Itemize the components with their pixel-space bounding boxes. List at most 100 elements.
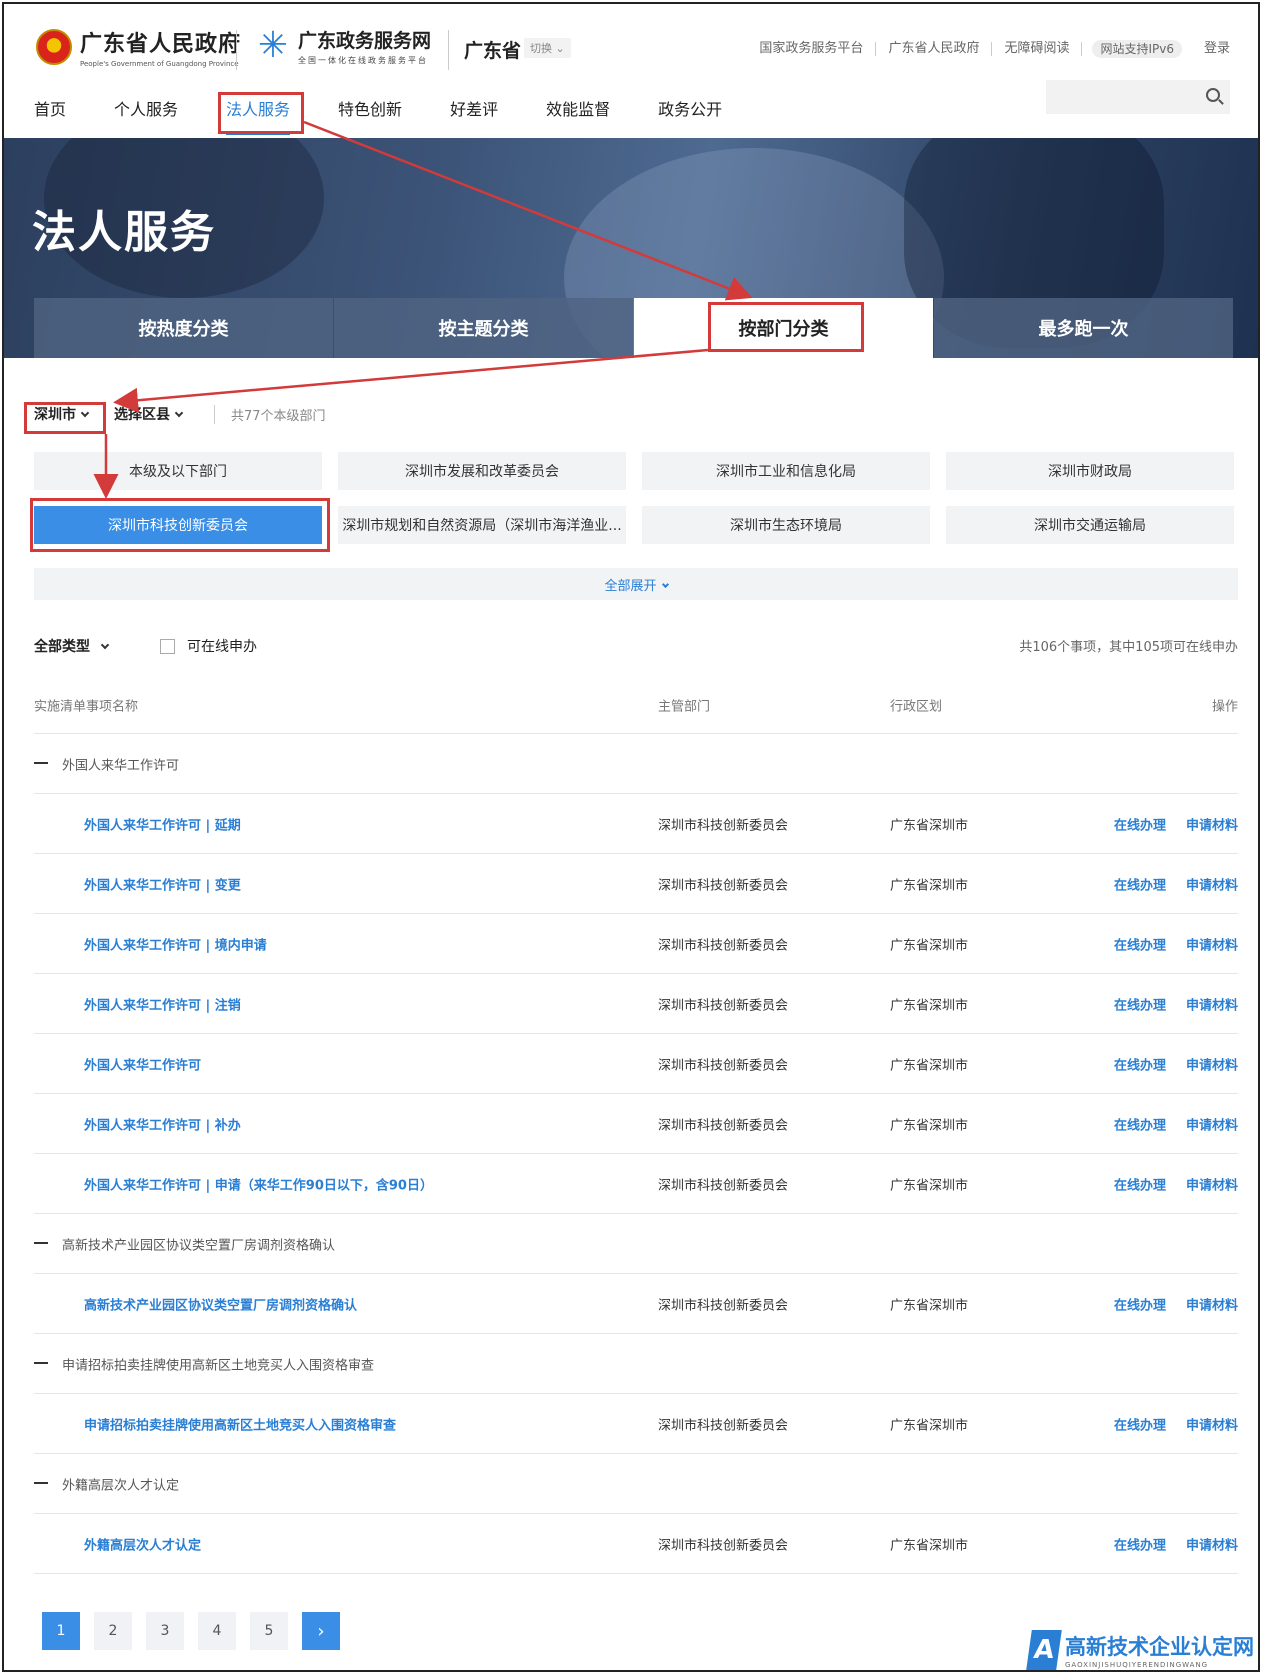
gov-logo-subtitle: People's Government of Guangdong Provinc…: [80, 60, 239, 68]
login-link[interactable]: 登录: [1192, 42, 1230, 56]
online-handle-link[interactable]: 在线办理: [1114, 1534, 1166, 1553]
department-item[interactable]: 深圳市交通运输局: [946, 506, 1234, 544]
tab-by-department[interactable]: 按部门分类: [634, 298, 933, 358]
search-box: [1046, 80, 1230, 114]
item-area: 广东省深圳市: [890, 998, 969, 1013]
expand-all-button[interactable]: 全部展开: [34, 568, 1238, 600]
item-name-link[interactable]: 外国人来华工作许可 | 注销: [84, 994, 241, 1013]
item-name-link[interactable]: 外国人来华工作许可 | 补办: [84, 1114, 241, 1133]
region-switch-button[interactable]: 切换 ⌄: [524, 38, 571, 58]
collapse-icon[interactable]: [34, 1242, 48, 1244]
table-group[interactable]: 申请招标拍卖挂牌使用高新区土地竞买人入围资格审查: [34, 1334, 1238, 1394]
nav-innovation[interactable]: 特色创新: [338, 96, 402, 136]
collapse-icon[interactable]: [34, 1482, 48, 1484]
item-name-link[interactable]: 高新技术产业园区协议类空置厂房调剂资格确认: [84, 1294, 357, 1313]
item-area: 广东省深圳市: [890, 1298, 969, 1313]
item-name-link[interactable]: 申请招标拍卖挂牌使用高新区土地竞买人入围资格审查: [84, 1414, 396, 1433]
table-body: 外国人来华工作许可 外国人来华工作许可 | 延期 深圳市科技创新委员会 广东省深圳市在…: [34, 734, 1238, 1574]
item-name-link[interactable]: 外国人来华工作许可 | 境内申请: [84, 934, 267, 953]
main-nav: 首页 个人服务 法人服务 特色创新 好差评 效能监督 政务公开: [34, 96, 770, 136]
materials-link[interactable]: 申请材料: [1186, 1294, 1238, 1313]
department-grid: 本级及以下部门 深圳市发展和改革委员会 深圳市工业和信息化局 深圳市财政局 深圳…: [34, 452, 1238, 544]
nav-review[interactable]: 好差评: [450, 96, 498, 136]
materials-link[interactable]: 申请材料: [1186, 934, 1238, 953]
department-item[interactable]: 深圳市生态环境局: [642, 506, 930, 544]
nav-corporate[interactable]: 法人服务: [226, 96, 291, 136]
department-item[interactable]: 深圳市工业和信息化局: [642, 452, 930, 490]
department-item[interactable]: 深圳市规划和自然资源局（深圳市海洋渔业...: [338, 506, 626, 544]
table-group[interactable]: 高新技术产业园区协议类空置厂房调剂资格确认: [34, 1214, 1238, 1274]
materials-link[interactable]: 申请材料: [1186, 814, 1238, 833]
group-name: 外国人来华工作许可: [62, 758, 180, 773]
item-name-link[interactable]: 外国人来华工作许可 | 变更: [84, 874, 241, 893]
materials-link[interactable]: 申请材料: [1186, 994, 1238, 1013]
materials-link[interactable]: 申请材料: [1186, 1114, 1238, 1133]
online-handle-link[interactable]: 在线办理: [1114, 1114, 1166, 1133]
district-select[interactable]: 选择区县: [114, 404, 184, 424]
item-ops: 在线办理 申请材料: [1114, 1534, 1238, 1553]
next-page-button[interactable]: ›: [302, 1612, 340, 1650]
nav-public-affairs[interactable]: 政务公开: [658, 96, 722, 136]
materials-link[interactable]: 申请材料: [1186, 874, 1238, 893]
tab-one-trip[interactable]: 最多跑一次: [934, 298, 1233, 358]
item-name-link[interactable]: 外国人来华工作许可: [84, 1054, 201, 1073]
tab-by-topic[interactable]: 按主题分类: [334, 298, 633, 358]
item-dept: 深圳市科技创新委员会: [658, 938, 789, 953]
type-select[interactable]: 全部类型: [34, 636, 110, 656]
item-name-link[interactable]: 外国人来华工作许可 | 申请（来华工作90日以下，含90日）: [84, 1174, 433, 1193]
item-name-link[interactable]: 外籍高层次人才认定: [84, 1534, 201, 1553]
link-accessibility[interactable]: 无障碍阅读: [992, 42, 1083, 56]
city-select[interactable]: 深圳市: [34, 404, 90, 424]
tab-by-popularity[interactable]: 按热度分类: [34, 298, 333, 358]
item-ops: 在线办理 申请材料: [1114, 994, 1238, 1013]
nav-home[interactable]: 首页: [34, 96, 66, 136]
nav-supervision[interactable]: 效能监督: [546, 96, 610, 136]
department-item[interactable]: 深圳市财政局: [946, 452, 1234, 490]
online-handle-link[interactable]: 在线办理: [1114, 934, 1166, 953]
page-button[interactable]: 1: [42, 1612, 80, 1650]
table-group[interactable]: 外籍高层次人才认定: [34, 1454, 1238, 1514]
chevron-down-icon: [80, 408, 90, 418]
online-only-checkbox[interactable]: [160, 638, 175, 654]
item-name-link[interactable]: 外国人来华工作许可 | 延期: [84, 814, 241, 833]
online-handle-link[interactable]: 在线办理: [1114, 1414, 1166, 1433]
chevron-down-icon: ⌄: [555, 42, 565, 55]
link-national-platform[interactable]: 国家政务服务平台: [747, 42, 877, 56]
online-handle-link[interactable]: 在线办理: [1114, 994, 1166, 1013]
header-op: 操作: [1211, 699, 1238, 714]
online-only-filter[interactable]: 可在线申办: [160, 636, 257, 656]
item-area: 广东省深圳市: [890, 1538, 969, 1553]
table-group[interactable]: 外国人来华工作许可: [34, 734, 1238, 794]
page-button[interactable]: 4: [198, 1612, 236, 1650]
department-item[interactable]: 深圳市发展和改革委员会: [338, 452, 626, 490]
collapse-icon[interactable]: [34, 762, 48, 764]
service-logo[interactable]: ✳ 广东政务服务网 全国一体化在线政务服务平台: [254, 26, 431, 66]
item-area: 广东省深圳市: [890, 1178, 969, 1193]
table-row: 外国人来华工作许可 | 注销 深圳市科技创新委员会 广东省深圳市 在线办理 申请材料: [34, 974, 1238, 1034]
page-button[interactable]: 5: [250, 1612, 288, 1650]
collapse-icon[interactable]: [34, 1362, 48, 1364]
table-row: 申请招标拍卖挂牌使用高新区土地竞买人入围资格审查 深圳市科技创新委员会 广东省深圳市…: [34, 1394, 1238, 1454]
online-handle-link[interactable]: 在线办理: [1114, 814, 1166, 833]
top-links: 国家政务服务平台 广东省人民政府 无障碍阅读 网站支持IPv6 登录: [747, 40, 1230, 58]
nav-personal[interactable]: 个人服务: [114, 96, 178, 136]
materials-link[interactable]: 申请材料: [1186, 1414, 1238, 1433]
link-provincial-gov[interactable]: 广东省人民政府: [876, 42, 993, 56]
search-icon[interactable]: [1206, 88, 1220, 102]
online-handle-link[interactable]: 在线办理: [1114, 1294, 1166, 1313]
search-input[interactable]: [1046, 80, 1196, 114]
gov-logo[interactable]: 广东省人民政府 People's Government of Guangdong…: [36, 26, 241, 68]
watermark-subtitle: GAOXINJISHUQIYERENDINGWANG: [1065, 1661, 1209, 1669]
materials-link[interactable]: 申请材料: [1186, 1054, 1238, 1073]
page-button[interactable]: 2: [94, 1612, 132, 1650]
materials-link[interactable]: 申请材料: [1186, 1534, 1238, 1553]
materials-link[interactable]: 申请材料: [1186, 1174, 1238, 1193]
department-item-selected[interactable]: 深圳市科技创新委员会: [34, 506, 322, 544]
online-handle-link[interactable]: 在线办理: [1114, 874, 1166, 893]
page-button[interactable]: 3: [146, 1612, 184, 1650]
department-item[interactable]: 本级及以下部门: [34, 452, 322, 490]
online-handle-link[interactable]: 在线办理: [1114, 1054, 1166, 1073]
item-dept: 深圳市科技创新委员会: [658, 998, 789, 1013]
table-row: 外国人来华工作许可 深圳市科技创新委员会 广东省深圳市 在线办理 申请材料: [34, 1034, 1238, 1094]
online-handle-link[interactable]: 在线办理: [1114, 1174, 1166, 1193]
